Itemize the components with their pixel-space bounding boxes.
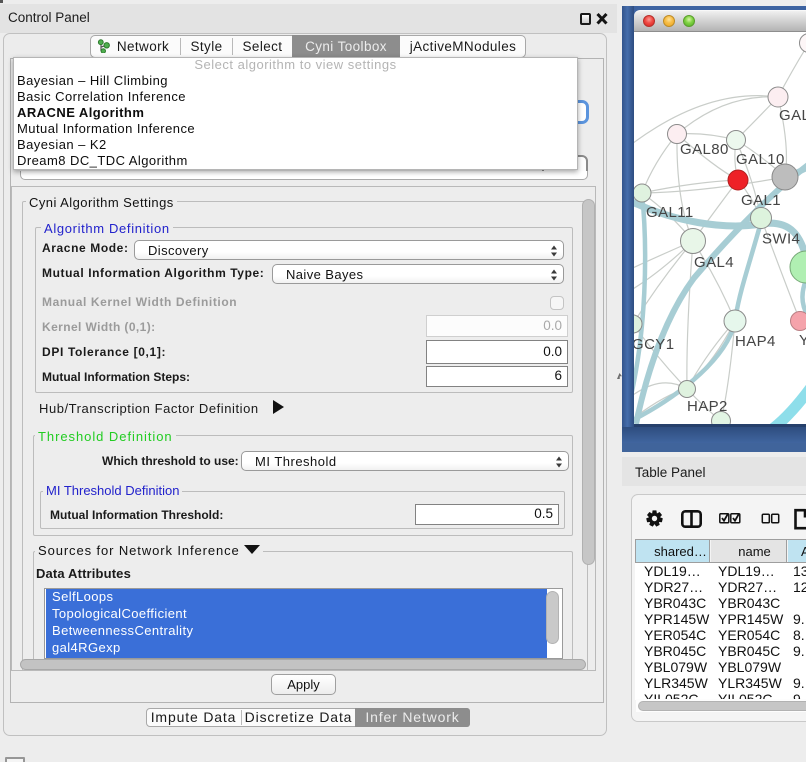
svg-text:HAP2: HAP2 [687, 398, 728, 415]
svg-text:HAP4: HAP4 [735, 333, 776, 350]
svg-text:GAL4: GAL4 [694, 254, 734, 271]
svg-text:GCY1: GCY1 [634, 336, 674, 353]
svg-text:GAL1: GAL1 [741, 192, 781, 209]
svg-text:GAL11: GAL11 [646, 204, 694, 221]
svg-text:GAL10: GAL10 [736, 151, 785, 168]
svg-text:GAL80: GAL80 [680, 141, 729, 158]
svg-text:Y: Y [799, 332, 806, 349]
svg-text:SWI4: SWI4 [762, 231, 800, 248]
svg-text:GAL2: GAL2 [779, 107, 806, 124]
